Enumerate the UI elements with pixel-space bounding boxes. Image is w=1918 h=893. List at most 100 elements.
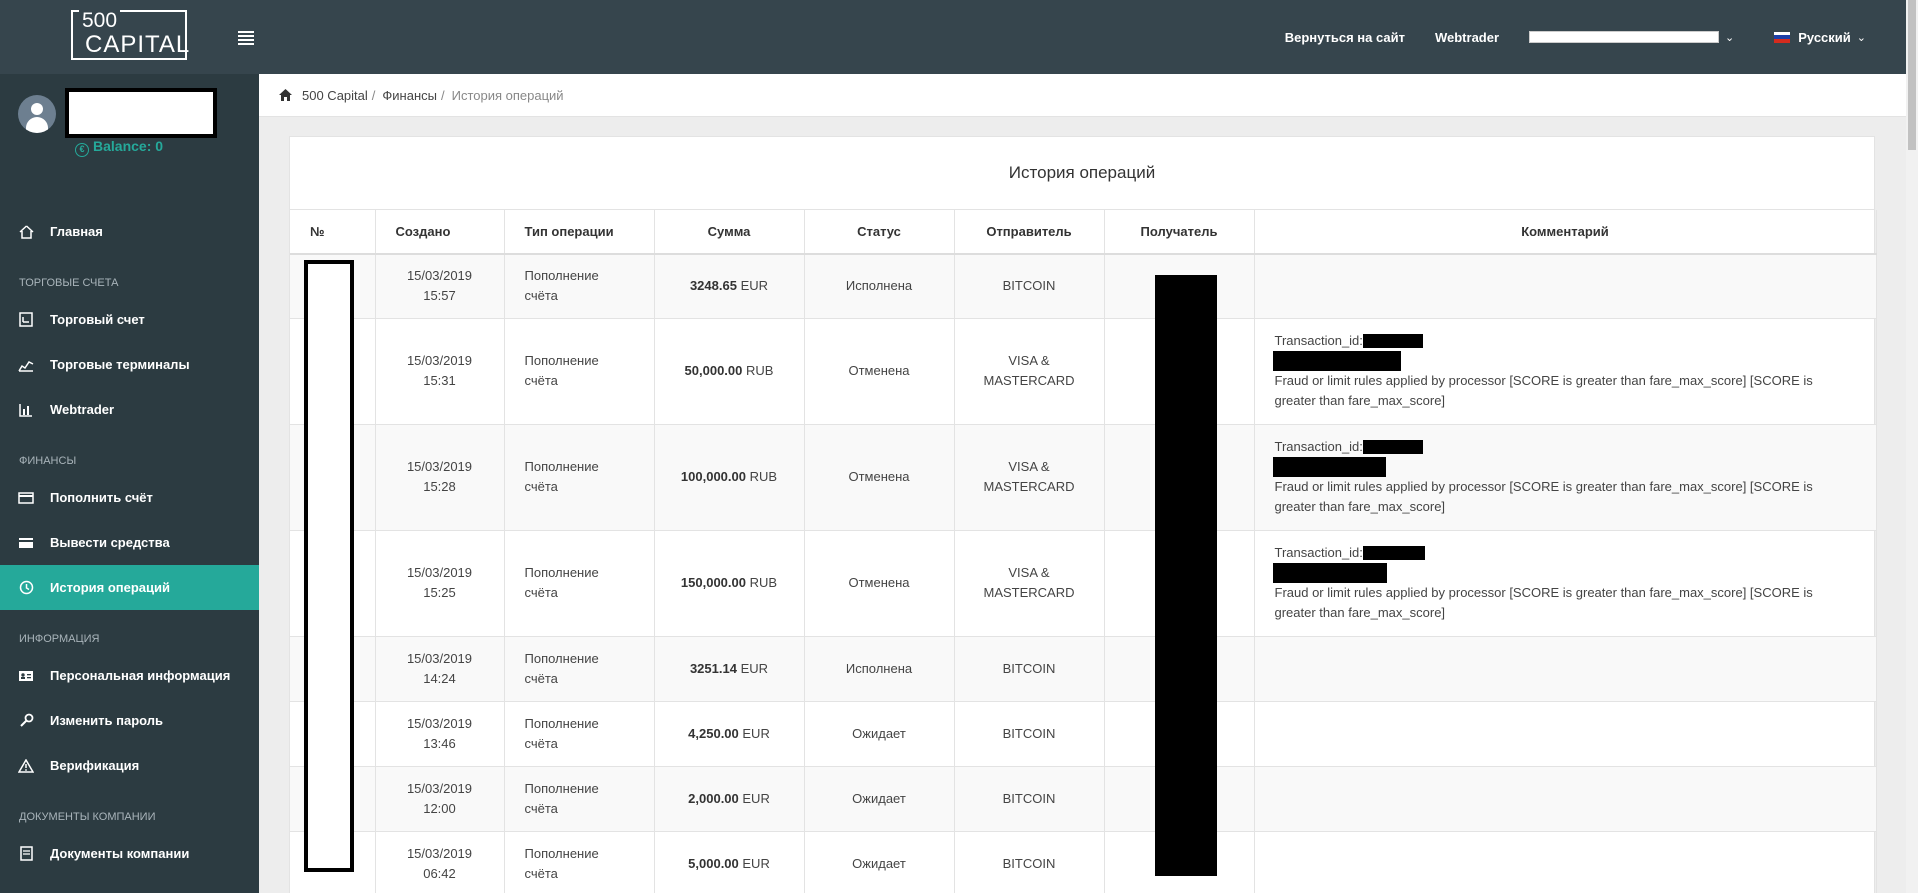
- chevron-down-icon[interactable]: ⌄: [1725, 31, 1734, 44]
- back-to-site-link[interactable]: Вернуться на сайт: [1285, 30, 1405, 45]
- cell-type: Пополнение счёта: [504, 423, 655, 530]
- logo[interactable]: 500 CAPITAL: [71, 10, 191, 60]
- cell-comment: [1254, 253, 1877, 318]
- sidebar-item-label: Главная: [50, 224, 103, 239]
- table-row[interactable]: 15/03/2019 12:00 Пополнение счёта 2,000.00 E…: [290, 765, 1877, 831]
- table-row[interactable]: 15/03/2019 15:28 Пополнение счёта 100,000.00…: [290, 423, 1877, 530]
- table-row[interactable]: 15/03/2019 15:31 Пополнение счёта 50,000.00 …: [290, 317, 1877, 424]
- cell-created: 15/03/2019 06:42: [375, 830, 505, 893]
- user-name-redacted: [65, 88, 217, 138]
- chart-icon: [18, 357, 34, 373]
- cell-sender: BITCOIN: [954, 700, 1105, 766]
- operations-table: № Создано Тип операции Сумма Статус Отпр…: [290, 210, 1877, 893]
- sidebar-item[interactable]: Документы компании: [0, 831, 259, 876]
- receiver-column-redacted: [1155, 275, 1217, 876]
- col-number[interactable]: №: [290, 210, 376, 255]
- cell-created: 15/03/2019 14:24: [375, 635, 505, 701]
- col-receiver[interactable]: Получатель: [1104, 210, 1255, 255]
- sidebar-item-label: Пополнить счёт: [50, 490, 153, 505]
- sidebar-item[interactable]: Персональная информация: [0, 653, 259, 698]
- col-sender[interactable]: Отправитель: [954, 210, 1105, 255]
- breadcrumb-home[interactable]: 500 Capital: [302, 88, 368, 103]
- cell-created: 15/03/2019 15:25: [375, 529, 505, 636]
- transaction-id-redacted: [1362, 546, 1425, 561]
- cell-type: Пополнение счёта: [504, 529, 655, 636]
- sidebar-item-label: Вывести средства: [50, 535, 170, 550]
- avatar[interactable]: [18, 95, 56, 133]
- sidebar-item[interactable]: Пополнить счёт: [0, 475, 259, 520]
- cell-created: 15/03/2019 12:00: [375, 765, 505, 831]
- key-icon: [18, 713, 34, 729]
- col-type[interactable]: Тип операции: [504, 210, 655, 255]
- cell-sender: BITCOIN: [954, 765, 1105, 831]
- col-comment[interactable]: Комментарий: [1254, 210, 1877, 255]
- number-column-redacted: [304, 260, 354, 872]
- cell-comment: [1254, 635, 1877, 701]
- table-row[interactable]: 15/03/2019 15:25 Пополнение счёта 150,000.00…: [290, 529, 1877, 636]
- col-status[interactable]: Статус: [804, 210, 955, 255]
- logo-number: 500: [79, 10, 121, 32]
- transaction-detail-redacted: [1272, 457, 1386, 478]
- col-created[interactable]: Создано: [375, 210, 505, 255]
- cell-amount: 50,000.00 RUB: [654, 317, 805, 424]
- cell-status: Ожидает: [804, 700, 955, 766]
- language-chevron-icon[interactable]: ⌄: [1857, 31, 1866, 44]
- sidebar-item[interactable]: Webtrader: [0, 387, 259, 432]
- home-icon[interactable]: [279, 89, 292, 101]
- cell-status: Ожидает: [804, 765, 955, 831]
- comment-text: Fraud or limit rules applied by processo…: [1274, 373, 1813, 409]
- language-select[interactable]: Русский: [1798, 30, 1851, 45]
- sidebar-item-label: История операций: [50, 580, 171, 595]
- cell-status: Исполнена: [804, 635, 955, 701]
- cell-type: Пополнение счёта: [504, 253, 655, 318]
- sidebar-section: Информация: [19, 633, 100, 645]
- russian-flag-icon: [1774, 31, 1791, 43]
- menu-toggle-icon[interactable]: [238, 31, 254, 45]
- history-icon: [18, 580, 34, 596]
- sidebar: € Balance: 0 Главная Торговые счета Торговы…: [0, 74, 259, 893]
- scrollbar-thumb[interactable]: [1908, 0, 1916, 150]
- page-scrollbar[interactable]: [1906, 0, 1918, 893]
- table-row[interactable]: 15/03/2019 15:57 Пополнение счёта 3248.65 EU…: [290, 253, 1877, 318]
- sidebar-item[interactable]: Вывести средства: [0, 520, 259, 565]
- breadcrumb-finance[interactable]: Финансы: [382, 88, 437, 103]
- sidebar-item[interactable]: Торговый счет: [0, 297, 259, 342]
- sidebar-item[interactable]: Изменить пароль: [0, 698, 259, 743]
- balance-text: Balance: 0: [93, 138, 164, 154]
- sidebar-item[interactable]: Верификация: [0, 743, 259, 788]
- sidebar-item-label: Документы компании: [50, 846, 190, 861]
- cell-created: 15/03/2019 15:31: [375, 317, 505, 424]
- cell-sender: VISA & MASTERCARD: [954, 317, 1105, 424]
- table-row[interactable]: 15/03/2019 13:46 Пополнение счёта 4,250.00 E…: [290, 700, 1877, 766]
- account-select[interactable]: [1529, 31, 1720, 43]
- sidebar-item-label: Верификация: [50, 758, 140, 773]
- panel-title: История операций: [290, 137, 1874, 210]
- logo-text: CAPITAL: [85, 31, 191, 58]
- cell-sender: VISA & MASTERCARD: [954, 423, 1105, 530]
- cell-amount: 2,000.00 EUR: [654, 765, 805, 831]
- transaction-id-label: Transaction_id:: [1274, 438, 1363, 454]
- operations-panel: История операций № Создано Тип операции …: [289, 136, 1877, 893]
- id-card-icon: [18, 668, 34, 684]
- comment-text: Fraud or limit rules applied by processo…: [1274, 479, 1813, 515]
- cell-type: Пополнение счёта: [504, 317, 655, 424]
- cell-amount: 100,000.00 RUB: [654, 423, 805, 530]
- sidebar-item[interactable]: Торговые терминалы: [0, 342, 259, 387]
- sidebar-item[interactable]: Главная: [0, 209, 259, 254]
- cell-type: Пополнение счёта: [504, 765, 655, 831]
- cell-sender: VISA & MASTERCARD: [954, 529, 1105, 636]
- cell-amount: 150,000.00 RUB: [654, 529, 805, 636]
- comment-text: Fraud or limit rules applied by processo…: [1274, 585, 1813, 621]
- cell-comment: [1254, 830, 1877, 893]
- cell-sender: BITCOIN: [954, 635, 1105, 701]
- webtrader-link[interactable]: Webtrader: [1435, 30, 1499, 45]
- cell-sender: BITCOIN: [954, 830, 1105, 893]
- table-row[interactable]: 15/03/2019 06:42 Пополнение счёта 5,000.00 E…: [290, 830, 1877, 893]
- table-row[interactable]: 15/03/2019 14:24 Пополнение счёта 3251.14 EU…: [290, 635, 1877, 701]
- sidebar-item[interactable]: История операций: [0, 565, 259, 610]
- col-amount[interactable]: Сумма: [654, 210, 805, 255]
- cell-status: Ожидает: [804, 830, 955, 893]
- table-header-row: № Создано Тип операции Сумма Статус Отпр…: [290, 210, 1877, 255]
- sidebar-item-label: Изменить пароль: [50, 713, 164, 728]
- cell-comment: [1254, 765, 1877, 831]
